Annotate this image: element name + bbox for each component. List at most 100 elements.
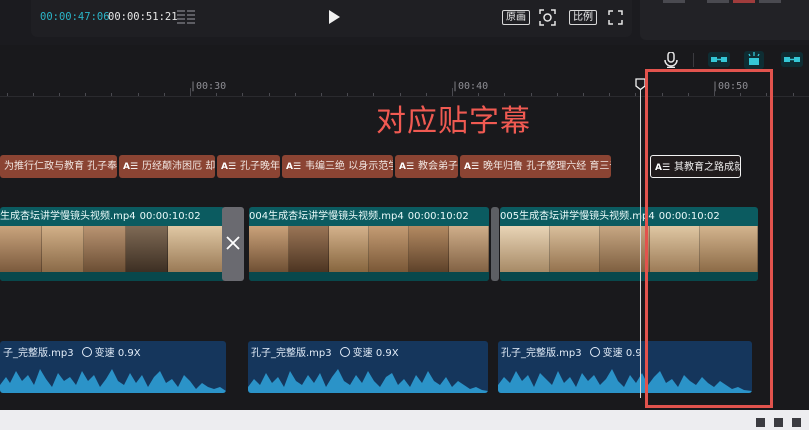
video-thumbnail [289, 226, 329, 272]
total-timecode: 00:00:51:21 [108, 11, 178, 23]
clip-trim-handle[interactable] [491, 207, 499, 281]
video-clip-duration: 00:00:10:02 [139, 211, 201, 222]
ruler-label: |00:40 [452, 81, 489, 92]
subtitle-clip-text: 教会弟子 [418, 161, 458, 172]
video-clip-duration: 00:00:10:02 [407, 211, 469, 222]
audio-waveform [248, 369, 488, 393]
link-track-icon[interactable] [781, 52, 803, 67]
play-icon[interactable] [327, 10, 341, 24]
ruler-tick [111, 93, 112, 96]
subtitle-clip[interactable]: 为推行仁政与教育 孔子奉 [0, 155, 117, 178]
ruler-tick [373, 93, 374, 96]
video-editor: 00:00:47:06 00:00:51:21 原画 比例 |00:30 |00… [0, 0, 809, 430]
ruler-tick [85, 93, 86, 96]
text-type-icon: A☰ [464, 162, 480, 172]
grid-icon[interactable] [177, 10, 195, 24]
audio-clip-name: 子_完整版.mp3 [3, 348, 74, 359]
subtitle-clip[interactable]: A☰ 韦编三绝 以身示范学 [282, 155, 393, 178]
subtitle-clip-text: 韦编三绝 以身示范学 [305, 161, 393, 172]
current-timecode: 00:00:47:06 [40, 11, 110, 23]
text-type-icon: A☰ [399, 162, 415, 172]
snap-icon[interactable] [744, 51, 764, 69]
taskbar [0, 410, 809, 430]
toolbar-divider [693, 53, 694, 67]
audio-clip-name: 孔子_完整版.mp3 [251, 348, 332, 359]
speed-icon [589, 347, 600, 357]
video-thumbnail [126, 226, 168, 272]
ruler-tick [321, 93, 322, 96]
playhead-line[interactable] [640, 80, 641, 398]
ruler-tick [609, 93, 610, 96]
ruler-tick [793, 93, 794, 96]
video-audio-waveform [0, 272, 225, 281]
highlight-box [645, 69, 773, 408]
subtitle-clip[interactable]: A☰ 历经颠沛困厄 却 [119, 155, 215, 178]
speed-icon [339, 347, 350, 357]
text-type-icon: A☰ [123, 162, 139, 172]
ruler-tick [7, 93, 8, 96]
video-thumbnail [168, 226, 225, 272]
video-clip[interactable]: 生成杏坛讲学慢镜头视频.mp4 00:00:10:02 [0, 207, 225, 281]
text-type-icon: A☰ [286, 162, 302, 172]
aspect-ratio-button[interactable]: 比例 [569, 10, 597, 25]
ruler-tick [347, 93, 348, 96]
properties-panel [640, 0, 809, 40]
ruler-tick [164, 93, 165, 96]
ruler-tick [190, 88, 191, 96]
video-thumbnail [0, 226, 42, 272]
audio-clip-speed: 变速 0.9X [94, 348, 141, 359]
video-thumbnail [550, 226, 600, 272]
subtitle-clip-text: 为推行仁政与教育 孔子奉 [4, 161, 117, 172]
video-thumbnails [0, 226, 225, 272]
system-tray-icons [756, 418, 801, 427]
subtitle-clip[interactable]: A☰ 晚年归鲁 孔子整理六经 育三千 [460, 155, 611, 178]
ruler-tick [216, 93, 217, 96]
video-clip-header: 004生成杏坛讲学慢镜头视频.mp4 00:00:10:02 [249, 207, 489, 226]
link-clip-icon[interactable] [708, 52, 730, 67]
ruler-tick [33, 93, 34, 96]
video-thumbnail [84, 226, 126, 272]
audio-clip-speed: 变速 0.9 [602, 348, 642, 359]
audio-waveform [0, 369, 226, 393]
panel-tab-indicators [663, 0, 781, 3]
video-audio-waveform [249, 272, 489, 281]
audio-clip-speed: 变速 0.9X [352, 348, 399, 359]
transition-icon [226, 236, 240, 250]
video-clip-name: 004生成杏坛讲学慢镜头视频.mp4 [249, 211, 404, 222]
text-type-icon: A☰ [221, 162, 237, 172]
audio-clip[interactable]: 子_完整版.mp3 变速 0.9X [0, 341, 226, 393]
ruler-tick [635, 93, 636, 96]
ruler-tick [59, 93, 60, 96]
annotation-text: 对应贴字幕 [376, 104, 531, 139]
ruler-tick [269, 93, 270, 96]
player-controls: 00:00:47:06 00:00:51:21 原画 比例 [31, 0, 632, 37]
microphone-icon[interactable] [664, 52, 678, 68]
subtitle-clip-text: 晚年归鲁 孔子整理六经 育三千 [483, 161, 611, 172]
video-thumbnail [600, 226, 650, 272]
audio-clip-header: 孔子_完整版.mp3 变速 0.9 [501, 344, 642, 359]
original-quality-button[interactable]: 原画 [502, 10, 530, 25]
video-thumbnail [500, 226, 550, 272]
audio-clip-name: 孔子_完整版.mp3 [501, 348, 582, 359]
ruler-tick [583, 93, 584, 96]
subtitle-clip-text: 历经颠沛困厄 却 [142, 161, 215, 172]
ruler-tick [557, 93, 558, 96]
ruler-label: |00:30 [190, 81, 227, 92]
video-thumbnail [369, 226, 409, 272]
transition-marker[interactable] [222, 207, 244, 281]
subtitle-clip-text: 孔子晚年 [240, 161, 280, 172]
video-clip-name: 005生成杏坛讲学慢镜头视频.mp4 [500, 211, 655, 222]
fullscreen-icon[interactable] [608, 10, 623, 25]
ruler-tick [452, 88, 453, 96]
subtitle-clip[interactable]: A☰ 教会弟子 [395, 155, 458, 178]
video-thumbnail [449, 226, 489, 272]
video-thumbnails [249, 226, 489, 272]
focus-icon[interactable] [539, 9, 556, 26]
ruler-tick [138, 93, 139, 96]
video-clip[interactable]: 004生成杏坛讲学慢镜头视频.mp4 00:00:10:02 [249, 207, 489, 281]
audio-clip[interactable]: 孔子_完整版.mp3 变速 0.9X [248, 341, 488, 393]
speed-icon [81, 347, 92, 357]
video-clip-header: 生成杏坛讲学慢镜头视频.mp4 00:00:10:02 [0, 207, 225, 226]
subtitle-clip[interactable]: A☰ 孔子晚年 [217, 155, 280, 178]
audio-clip-header: 孔子_完整版.mp3 变速 0.9X [251, 344, 399, 359]
